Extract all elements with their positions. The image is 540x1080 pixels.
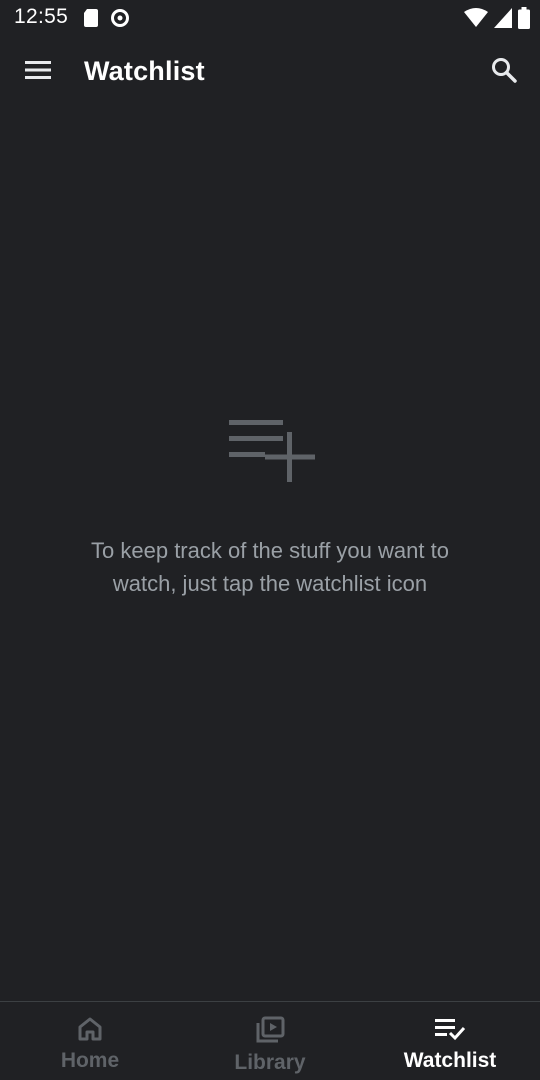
hamburger-menu-icon	[25, 60, 51, 85]
nav-item-library[interactable]: Library	[180, 1002, 360, 1080]
signal-icon	[494, 8, 512, 33]
search-icon	[491, 57, 517, 88]
home-icon	[77, 1016, 103, 1047]
nav-item-watchlist[interactable]: Watchlist	[360, 1002, 540, 1080]
playlist-add-icon	[225, 410, 325, 490]
app-bar: Watchlist	[0, 36, 540, 108]
empty-state-message: To keep track of the stuff you want to w…	[91, 538, 449, 596]
nav-label-home: Home	[60, 1049, 120, 1072]
nav-label-watchlist: Watchlist	[403, 1049, 497, 1072]
status-bar: 12:55	[0, 0, 540, 36]
page-title: Watchlist	[84, 56, 205, 86]
battery-icon	[518, 7, 530, 34]
wifi-icon	[464, 8, 488, 33]
bottom-navigation: Home Library Watchlist	[0, 1001, 540, 1080]
library-icon	[255, 1016, 285, 1049]
data-saver-icon	[110, 8, 130, 33]
status-time: 12:55	[14, 5, 69, 28]
screen: 12:55 Watchlist To keep track of the stu…	[0, 0, 540, 1080]
nav-item-home[interactable]: Home	[0, 1002, 180, 1080]
menu-button[interactable]	[18, 52, 58, 92]
nav-label-library: Library	[234, 1051, 306, 1074]
status-notification-icons	[84, 8, 130, 33]
status-system-icons	[464, 7, 530, 34]
watchlist-icon	[434, 1016, 466, 1047]
empty-state: To keep track of the stuff you want to w…	[0, 410, 540, 600]
sd-card-icon	[84, 9, 98, 32]
search-button[interactable]	[484, 52, 524, 92]
